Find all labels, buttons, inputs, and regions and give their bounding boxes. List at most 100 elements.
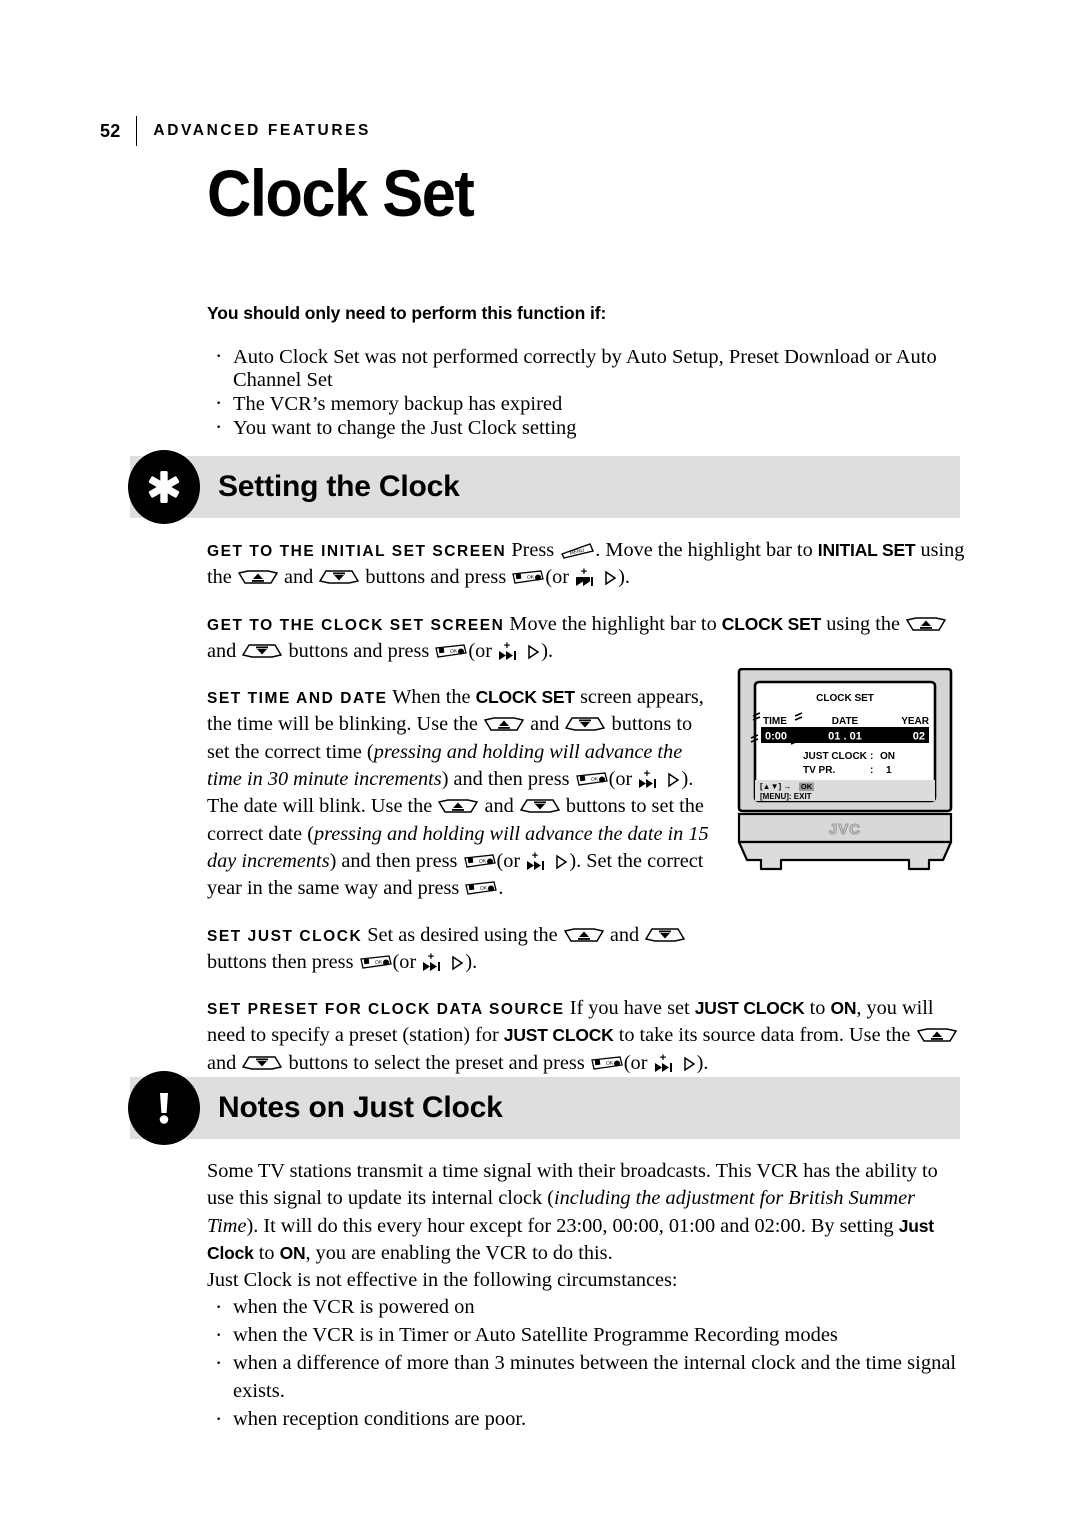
- step-set-time-and-date: SET TIME AND DATE When the CLOCK SET scr…: [207, 684, 712, 902]
- svg-text:OK: OK: [527, 574, 535, 581]
- tv-row-label-tv-pr: TV PR.: [803, 765, 835, 776]
- ui-term-just-clock: JUST CLOCK: [503, 1025, 614, 1046]
- section-header-notes-on-just-clock: Notes on Just Clock: [128, 1071, 960, 1145]
- step-text: and: [609, 923, 640, 946]
- tv-value-time: 0:00: [765, 731, 787, 743]
- step-text: and: [530, 713, 560, 736]
- runhead-divider: [136, 116, 138, 146]
- notes-subintro: Just Clock is not effective in the follo…: [207, 1269, 678, 1292]
- up-arrow-key-icon: [563, 926, 604, 944]
- down-arrow-key-icon: [519, 797, 560, 815]
- svg-text:+: +: [581, 566, 587, 578]
- svg-text:+: +: [532, 850, 538, 862]
- tv-footer-line-1: [▲▼] →: [760, 782, 791, 791]
- tv-row-label-just-clock: JUST CLOCK: [803, 751, 868, 762]
- step-text: and: [283, 566, 314, 589]
- ui-term-initial-set: INITIAL SET: [817, 540, 916, 560]
- notes-bullet-list: when the VCR is powered on when the VCR …: [207, 1292, 967, 1433]
- ok-key-icon: OK: [512, 570, 545, 586]
- svg-text:OK: OK: [374, 959, 382, 966]
- step-text: and: [484, 795, 514, 818]
- up-arrow-key-icon: [916, 1026, 957, 1044]
- step-label: GET TO THE CLOCK SET SCREEN: [207, 616, 505, 634]
- step-text: ).: [541, 639, 554, 662]
- step-set-just-clock: SET JUST CLOCK Set as desired using the …: [207, 922, 712, 977]
- ok-key-icon: OK: [435, 644, 468, 660]
- step-label: SET PRESET FOR CLOCK DATA SOURCE: [207, 1001, 565, 1019]
- step-text: and: [207, 1051, 237, 1074]
- page-number: 52: [100, 121, 121, 141]
- notes-text: to: [258, 1241, 275, 1264]
- step-set-preset-for-clock-data-source: SET PRESET FOR CLOCK DATA SOURCE If you …: [207, 995, 967, 1077]
- right-triangle-key-icon: [604, 570, 617, 586]
- tv-stand: [737, 840, 953, 871]
- list-item: Auto Clock Set was not performed correct…: [207, 344, 967, 392]
- right-triangle-key-icon: [555, 854, 568, 870]
- ok-key-icon: OK: [591, 1056, 623, 1072]
- tv-brand-logo: JVC: [829, 821, 861, 838]
- svg-text:OK: OK: [590, 776, 598, 783]
- tv-col-time: TIME: [763, 716, 787, 727]
- step-text: .: [498, 877, 504, 900]
- fast-forward-key-icon: +: [638, 768, 660, 789]
- step-text: buttons then press: [207, 950, 354, 973]
- page-title: Clock Set: [207, 156, 475, 230]
- down-arrow-key-icon: [242, 642, 283, 660]
- menu-key-icon: MENU: [560, 542, 595, 559]
- section-title: Setting the Clock: [218, 470, 460, 503]
- list-item: when the VCR is in Timer or Auto Satelli…: [207, 1320, 967, 1350]
- intro-lead: You should only need to perform this fun…: [207, 303, 607, 323]
- right-triangle-key-icon: [667, 772, 680, 788]
- step-text: (or: [392, 950, 417, 973]
- ok-key-icon: OK: [465, 881, 498, 897]
- svg-text:+: +: [428, 951, 434, 963]
- step-text: When the: [392, 686, 471, 709]
- fast-forward-key-icon: +: [526, 850, 548, 870]
- fast-forward-key-icon: +: [422, 951, 444, 971]
- ui-term-on: ON: [279, 1242, 306, 1263]
- running-head: 52 ADVANCED FEATURES: [100, 116, 371, 146]
- step-text: If you have set: [569, 997, 690, 1020]
- step-text: (or: [545, 566, 569, 589]
- step-text: ).: [696, 1051, 709, 1074]
- svg-text:+: +: [504, 640, 510, 652]
- list-item: The VCR’s memory backup has expired: [207, 391, 967, 416]
- ok-key-icon: OK: [575, 772, 608, 788]
- tv-illustration: CLOCK SET TIME DATE YEAR 0:00 01 . 01 02…: [733, 667, 957, 876]
- step-text: and: [207, 639, 237, 662]
- notes-text: ). It will do this every hour except for…: [246, 1214, 894, 1237]
- list-item: You want to change the Just Clock settin…: [207, 415, 967, 440]
- right-triangle-key-icon: [683, 1056, 696, 1072]
- section-header-setting-the-clock: Setting the Clock: [128, 450, 960, 524]
- step-text: to: [809, 997, 826, 1020]
- tv-footer-line-2: [MENU]: EXIT: [760, 792, 812, 801]
- svg-text:+: +: [659, 1052, 665, 1064]
- list-item: when a difference of more than 3 minutes…: [207, 1348, 967, 1406]
- right-triangle-key-icon: [527, 644, 540, 660]
- notes-text: , you are enabling the VCR to do this.: [305, 1241, 613, 1264]
- ui-term-on: ON: [830, 998, 857, 1019]
- fast-forward-key-icon: +: [575, 566, 597, 587]
- step-text: to take its source data from. Use the: [618, 1024, 911, 1047]
- up-arrow-key-icon: [237, 568, 278, 586]
- up-arrow-key-icon: [906, 615, 947, 633]
- svg-text:OK: OK: [450, 648, 458, 655]
- ok-key-icon: OK: [463, 854, 496, 870]
- running-head-section-label: ADVANCED FEATURES: [153, 122, 371, 139]
- step-text: . Move the highlight bar to: [595, 539, 813, 561]
- step-text: (or: [468, 639, 493, 662]
- tv-row-value-just-clock: ON: [880, 751, 895, 762]
- tv-value-date: 01 . 01: [828, 731, 862, 743]
- asterisk-badge-icon: [128, 450, 200, 524]
- step-text: ) and then press: [441, 768, 570, 791]
- fast-forward-key-icon: +: [654, 1052, 676, 1072]
- intro-bullet-list: Auto Clock Set was not performed correct…: [207, 344, 967, 440]
- exclamation-badge-icon: [128, 1071, 200, 1145]
- list-item: when the VCR is powered on: [207, 1292, 967, 1322]
- step-label: SET TIME AND DATE: [207, 690, 388, 708]
- step-text: buttons and press: [365, 566, 507, 589]
- step-text: ).: [465, 950, 478, 973]
- step-text: buttons to select the preset and press: [288, 1051, 585, 1074]
- ui-term-clock-set: CLOCK SET: [475, 687, 576, 708]
- step-text: using the: [826, 612, 900, 635]
